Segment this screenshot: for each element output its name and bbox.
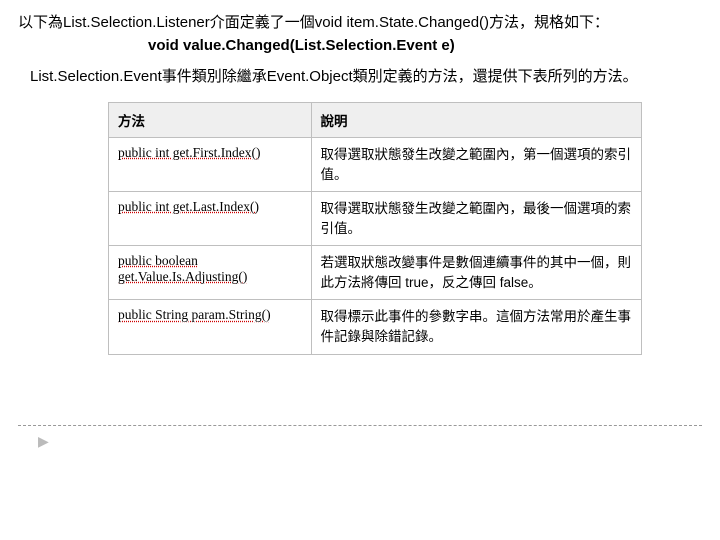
desc-cell: 若選取狀態改變事件是數個連續事件的其中一個，則此方法將傳回 true，反之傳回 …: [311, 246, 641, 300]
intro-text: 類別定義的方法，還提供下表所列的方法。: [353, 68, 638, 85]
intro-text: 以下為: [18, 14, 63, 31]
table-header-row: 方法 說明: [109, 103, 642, 138]
method-cell: public int get.First.Index(): [109, 138, 312, 192]
intro-paragraph-1: 以下為List.Selection.Listener介面定義了一個void it…: [18, 12, 702, 35]
method-signature-text: public boolean get.Value.Is.Adjusting(): [118, 253, 247, 284]
table-row: public String param.String() 取得標示此事件的參數字串…: [109, 300, 642, 354]
desc-cell: 取得標示此事件的參數字串。這個方法常用於產生事件記錄與除錯記錄。: [311, 300, 641, 354]
method-cell: public int get.Last.Index(): [109, 192, 312, 246]
col-method: 方法: [109, 103, 312, 138]
slide-arrow-icon: ▶: [38, 433, 702, 450]
intro-class: List.Selection.Event: [30, 68, 162, 85]
method-cell: public String param.String(): [109, 300, 312, 354]
method-signature: void value.Changed(List.Selection.Event …: [148, 37, 702, 54]
method-signature-text: public String param.String(): [118, 307, 271, 322]
desc-cell: 取得選取狀態發生改變之範圍內，最後一個選項的索引值。: [311, 192, 641, 246]
intro-text: 介面定義了一個: [210, 14, 315, 31]
footer-divider: [18, 425, 702, 426]
table-row: public int get.Last.Index() 取得選取狀態發生改變之範圍…: [109, 192, 642, 246]
table-row: public boolean get.Value.Is.Adjusting() 若…: [109, 246, 642, 300]
intro-text: 事件類別除繼承: [162, 68, 267, 85]
intro-paragraph-2: List.Selection.Event事件類別除繼承Event.Object類…: [30, 66, 690, 89]
intro-method: void item.State.Changed(): [315, 14, 489, 31]
intro-class: List.Selection.Listener: [63, 14, 210, 31]
intro-text: 方法，規格如下：: [489, 14, 609, 31]
methods-table-wrap: 方法 說明 public int get.First.Index() 取得選取狀態…: [108, 102, 642, 355]
method-cell: public boolean get.Value.Is.Adjusting(): [109, 246, 312, 300]
col-desc: 說明: [311, 103, 641, 138]
method-signature-text: public int get.Last.Index(): [118, 199, 259, 214]
table-row: public int get.First.Index() 取得選取狀態發生改變之範…: [109, 138, 642, 192]
desc-cell: 取得選取狀態發生改變之範圍內，第一個選項的索引值。: [311, 138, 641, 192]
methods-table: 方法 說明 public int get.First.Index() 取得選取狀態…: [108, 102, 642, 355]
intro-class: Event.Object: [267, 68, 353, 85]
method-signature-text: public int get.First.Index(): [118, 145, 260, 160]
